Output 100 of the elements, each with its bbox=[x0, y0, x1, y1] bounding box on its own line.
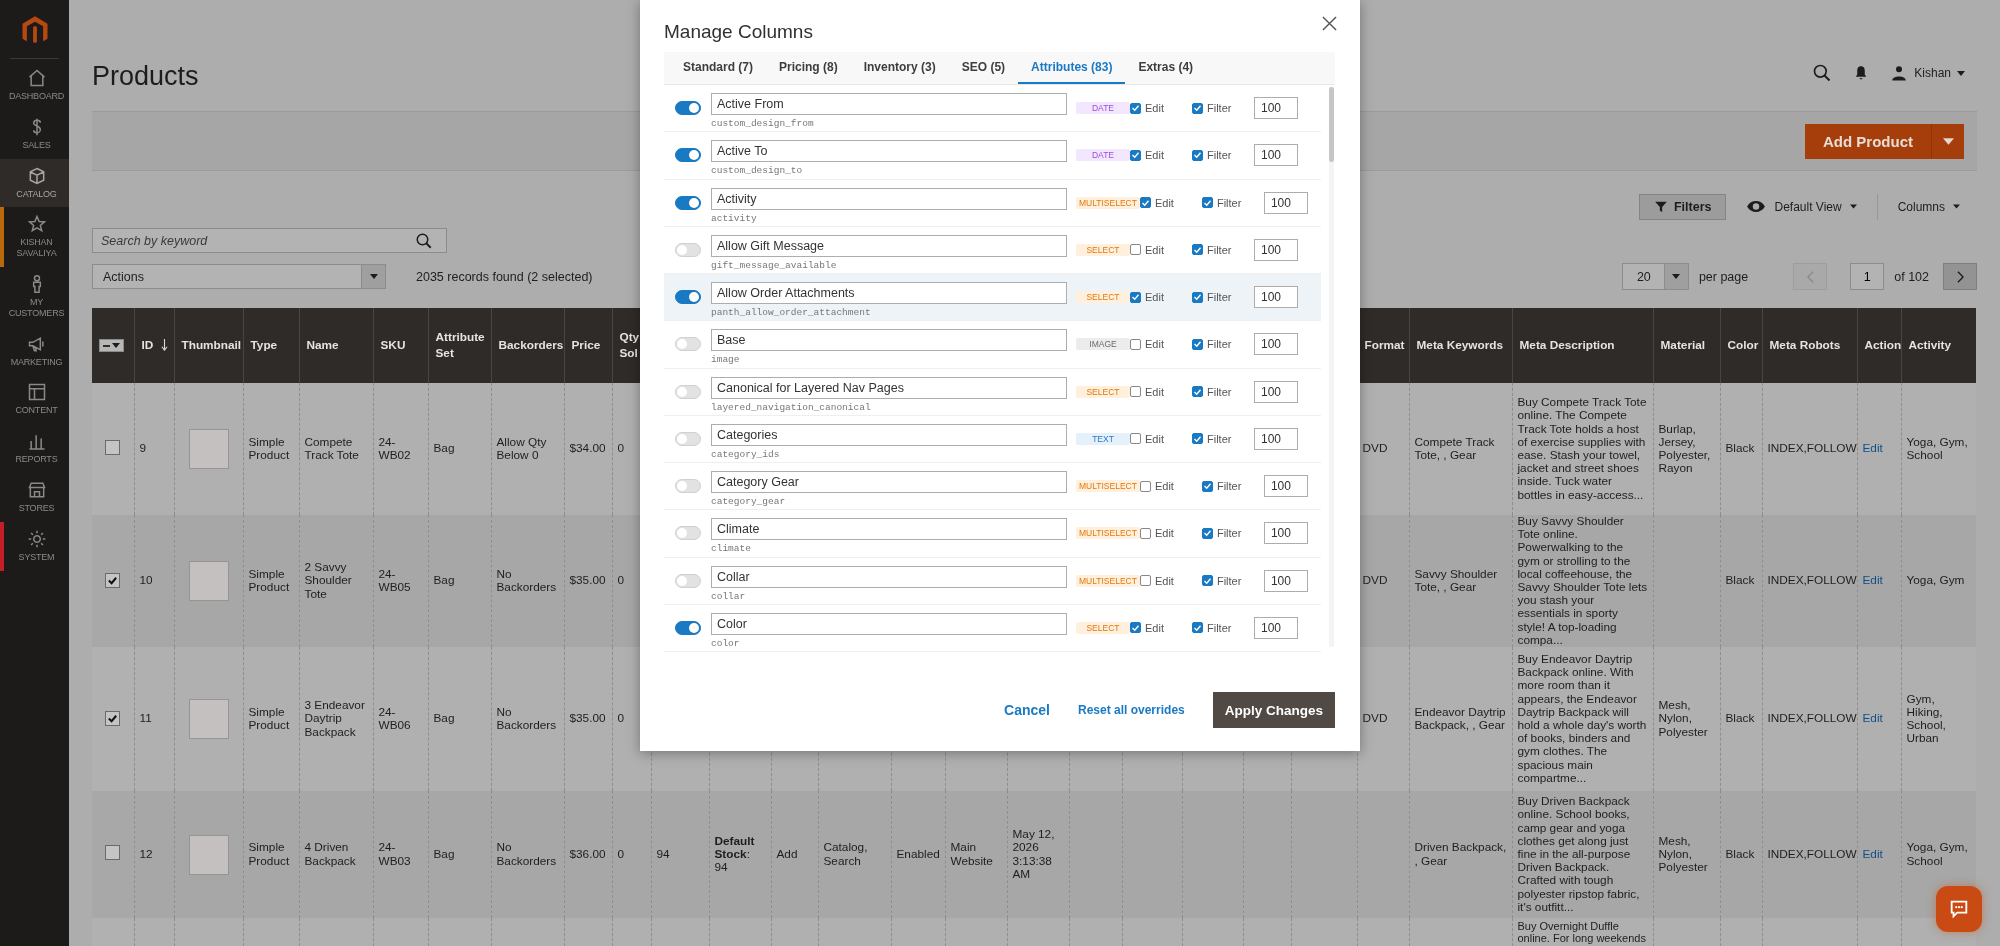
row-checkbox[interactable] bbox=[105, 439, 121, 455]
filter-checkbox[interactable] bbox=[1192, 244, 1203, 256]
search-icon[interactable] bbox=[1812, 63, 1833, 83]
edit-checkbox[interactable] bbox=[1139, 575, 1151, 587]
width-field[interactable]: 100 bbox=[1263, 569, 1308, 592]
filter-checkbox[interactable] bbox=[1192, 433, 1203, 445]
width-field[interactable]: 100 bbox=[1254, 238, 1298, 261]
sidebar-item[interactable]: SYSTEM bbox=[0, 521, 69, 571]
filter-checkbox[interactable] bbox=[1192, 291, 1203, 303]
filter-checkbox[interactable] bbox=[1192, 102, 1203, 114]
tab[interactable]: Extras (4) bbox=[1125, 52, 1207, 84]
edit-checkbox[interactable] bbox=[1139, 480, 1151, 492]
tab[interactable]: SEO (5) bbox=[948, 52, 1019, 84]
column-label-field[interactable]: Climate bbox=[711, 518, 1067, 541]
width-field[interactable]: 100 bbox=[1263, 522, 1308, 545]
width-field[interactable]: 100 bbox=[1254, 97, 1298, 120]
edit-link[interactable]: Edit bbox=[1862, 711, 1883, 726]
sidebar-item[interactable]: MY CUSTOMERS bbox=[0, 267, 69, 327]
column-header[interactable]: Type bbox=[250, 337, 278, 354]
column-header[interactable]: Meta Keywords bbox=[1416, 337, 1504, 354]
width-field[interactable]: 100 bbox=[1254, 144, 1298, 167]
edit-checkbox[interactable] bbox=[1139, 527, 1151, 539]
column-label-field[interactable]: Allow Order Attachments bbox=[711, 282, 1067, 305]
filter-checkbox[interactable] bbox=[1201, 527, 1213, 539]
column-header[interactable]: Color bbox=[1727, 337, 1759, 354]
width-field[interactable]: 100 bbox=[1254, 333, 1298, 356]
row-checkbox[interactable] bbox=[105, 845, 121, 861]
column-header[interactable]: Activity bbox=[1908, 337, 1952, 354]
edit-checkbox[interactable] bbox=[1130, 338, 1141, 350]
edit-link[interactable]: Edit bbox=[1862, 573, 1883, 588]
filter-checkbox[interactable] bbox=[1192, 386, 1203, 398]
filter-checkbox[interactable] bbox=[1192, 149, 1203, 161]
edit-checkbox[interactable] bbox=[1130, 244, 1141, 256]
width-field[interactable]: 100 bbox=[1254, 380, 1298, 403]
column-header[interactable]: Format bbox=[1364, 337, 1405, 354]
column-label-field[interactable]: Color bbox=[711, 612, 1067, 635]
next-page-button[interactable] bbox=[1943, 263, 1977, 290]
filter-checkbox[interactable] bbox=[1201, 197, 1213, 209]
close-icon[interactable] bbox=[1322, 16, 1337, 31]
column-label-field[interactable]: Category Gear bbox=[711, 471, 1067, 494]
edit-checkbox[interactable] bbox=[1130, 622, 1141, 634]
width-field[interactable]: 100 bbox=[1254, 286, 1298, 309]
column-label-field[interactable]: Canonical for Layered Nav Pages bbox=[711, 376, 1067, 399]
toggle-switch[interactable] bbox=[675, 290, 701, 305]
column-header[interactable]: Name bbox=[306, 337, 339, 354]
column-label-field[interactable]: Base bbox=[711, 329, 1067, 352]
width-field[interactable]: 100 bbox=[1263, 191, 1308, 214]
search-icon[interactable] bbox=[415, 232, 433, 250]
cancel-link[interactable]: Cancel bbox=[1004, 702, 1050, 718]
caret-icon[interactable] bbox=[1942, 137, 1954, 145]
search-field[interactable]: Search by keyword bbox=[92, 228, 447, 253]
sidebar-item[interactable]: KISHAN SAVALIYA bbox=[0, 207, 69, 267]
sidebar-item[interactable]: REPORTS bbox=[0, 424, 69, 473]
mass-select-control[interactable] bbox=[99, 339, 124, 352]
column-label-field[interactable]: Allow Gift Message bbox=[711, 234, 1067, 257]
scrollbar[interactable] bbox=[1329, 87, 1334, 647]
toggle-switch[interactable] bbox=[675, 101, 701, 116]
column-header[interactable]: ID bbox=[141, 337, 169, 354]
tab[interactable]: Pricing (8) bbox=[766, 52, 851, 84]
column-label-field[interactable]: Active From bbox=[711, 93, 1067, 116]
columns-dropdown[interactable]: Columns bbox=[1897, 199, 1960, 214]
edit-checkbox[interactable] bbox=[1139, 197, 1151, 209]
width-field[interactable]: 100 bbox=[1263, 475, 1308, 498]
view-dropdown[interactable]: Default View bbox=[1746, 199, 1857, 214]
filter-checkbox[interactable] bbox=[1201, 575, 1213, 587]
column-header[interactable]: SKU bbox=[380, 337, 406, 354]
column-label-field[interactable]: Active To bbox=[711, 140, 1067, 163]
column-label-field[interactable]: Activity bbox=[711, 187, 1067, 210]
column-header[interactable]: Meta Robots bbox=[1769, 337, 1841, 354]
edit-link[interactable]: Edit bbox=[1862, 846, 1883, 861]
tab[interactable]: Standard (7) bbox=[670, 52, 766, 84]
sidebar-item[interactable]: CONTENT bbox=[0, 375, 69, 425]
width-field[interactable]: 100 bbox=[1254, 616, 1298, 639]
add-product-button[interactable]: Add Product bbox=[1805, 123, 1964, 159]
edit-link[interactable]: Edit bbox=[1862, 441, 1883, 456]
sidebar-item[interactable]: DASHBOARD bbox=[0, 61, 69, 110]
column-header[interactable]: Meta Description bbox=[1519, 337, 1615, 354]
width-field[interactable]: 100 bbox=[1254, 427, 1298, 450]
filter-checkbox[interactable] bbox=[1201, 480, 1213, 492]
chat-button[interactable] bbox=[1936, 886, 1982, 932]
filter-checkbox[interactable] bbox=[1192, 338, 1203, 350]
edit-checkbox[interactable] bbox=[1130, 433, 1141, 445]
sidebar-item[interactable]: CATALOG bbox=[0, 158, 69, 208]
column-header[interactable]: Price bbox=[571, 337, 601, 354]
user-menu[interactable]: Kishan bbox=[1890, 64, 1965, 82]
toggle-switch[interactable] bbox=[675, 148, 701, 163]
column-header[interactable]: Action bbox=[1864, 337, 1902, 354]
edit-checkbox[interactable] bbox=[1130, 149, 1141, 161]
reset-overrides-link[interactable]: Reset all overrides bbox=[1078, 703, 1185, 717]
page-number-field[interactable]: 1 bbox=[1850, 263, 1885, 290]
per-page-dropdown[interactable]: 20 bbox=[1621, 263, 1689, 290]
edit-checkbox[interactable] bbox=[1130, 386, 1141, 398]
row-checkbox[interactable] bbox=[105, 710, 121, 726]
actions-dropdown[interactable]: Actions bbox=[92, 264, 386, 289]
column-label-field[interactable]: Categories bbox=[711, 423, 1067, 446]
row-checkbox[interactable] bbox=[105, 572, 121, 588]
sidebar-item[interactable]: SALES bbox=[0, 109, 69, 159]
toggle-switch[interactable] bbox=[675, 195, 701, 210]
filters-button[interactable]: Filters bbox=[1638, 193, 1727, 220]
toggle-switch[interactable] bbox=[675, 620, 701, 635]
